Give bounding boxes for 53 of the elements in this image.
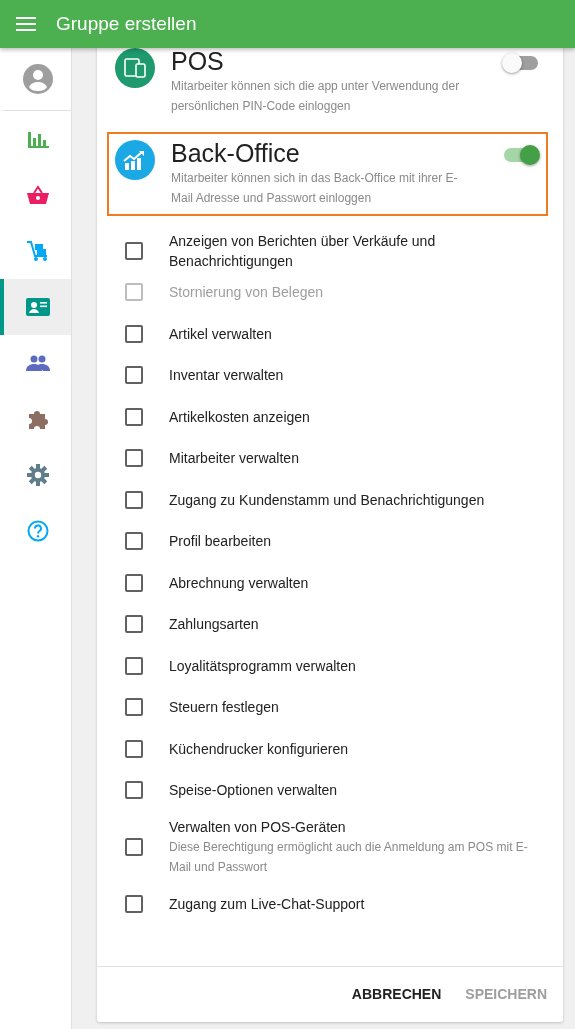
growth-chart-icon	[115, 140, 155, 180]
app-title: Gruppe erstellen	[56, 11, 197, 36]
section-description: Mitarbeiter können sich die app unter Verwendung der persönlichen PIN-Code einloggen	[171, 78, 461, 115]
permission-label: Loyalitätsprogramm verwalten	[169, 656, 356, 676]
checkbox[interactable]	[125, 838, 143, 856]
help-icon[interactable]	[26, 520, 49, 542]
hand-truck-icon[interactable]	[25, 240, 50, 262]
puzzle-piece-icon[interactable]	[26, 408, 49, 430]
checkbox[interactable]	[125, 241, 143, 260]
checkbox[interactable]	[125, 366, 143, 385]
permission-label: Zahlungsarten	[169, 615, 259, 635]
checkbox[interactable]	[125, 449, 143, 468]
people-icon[interactable]	[25, 355, 50, 371]
checkbox[interactable]	[125, 894, 143, 913]
section-title: Back-Office	[171, 138, 301, 168]
permission-label: Anzeigen von Berichten über Verkäufe und Benachrichtigungen	[169, 231, 437, 271]
id-card-icon[interactable]	[25, 298, 50, 316]
section-title: POS	[171, 46, 225, 76]
permission-label: Inventar verwalten	[169, 366, 284, 386]
checkbox[interactable]	[125, 698, 143, 717]
permission-label: Profil bearbeiten	[169, 532, 271, 552]
checkbox[interactable]	[125, 573, 143, 592]
cancel-button[interactable]: ABBRECHEN	[351, 978, 442, 1011]
section-description: Mitarbeiter können sich in das Back-Office mit ihrer E-Mail Adresse und Passwort einloggen	[171, 170, 459, 207]
permission-label: Zugang zu Kundenstamm und Benachrichtigungen	[169, 490, 485, 510]
menu-icon[interactable]	[16, 17, 36, 31]
permission-description: Diese Berechtigung ermöglicht auch die Anmeldung am POS mit E-Mail und Passwort	[169, 839, 529, 876]
permission-label: Mitarbeiter verwalten	[169, 449, 299, 469]
checkbox[interactable]	[125, 532, 143, 551]
sidebar-item[interactable]	[0, 279, 71, 335]
permission-label: Küchendrucker konfigurieren	[169, 739, 348, 759]
avatar-icon[interactable]	[22, 64, 53, 94]
permission-label: Steuern festlegen	[169, 698, 279, 718]
toggle-switch[interactable]	[504, 56, 538, 70]
basket-icon[interactable]	[26, 185, 49, 205]
checkbox[interactable]	[125, 781, 143, 800]
permission-label: Stornierung von Belegen	[169, 283, 324, 303]
permission-label: Abrechnung verwalten	[169, 573, 309, 593]
checkbox[interactable]	[125, 324, 143, 343]
toggle-switch[interactable]	[504, 148, 538, 162]
settings-icon[interactable]	[26, 464, 49, 486]
checkbox[interactable]	[125, 490, 143, 509]
permission-label: Artikelkosten anzeigen	[169, 407, 310, 427]
permission-label: Verwalten von POS-Geräten	[169, 818, 347, 837]
checkbox[interactable]	[125, 615, 143, 634]
checkbox[interactable]	[125, 656, 143, 675]
permission-label: Speise-Optionen verwalten	[169, 781, 338, 801]
checkbox[interactable]	[125, 407, 143, 426]
permission-label: Zugang zum Live-Chat-Support	[169, 894, 365, 914]
permission-label: Artikel verwalten	[169, 324, 272, 344]
bar-chart-icon[interactable]	[26, 130, 49, 148]
checkbox[interactable]	[125, 739, 143, 758]
devices-icon	[115, 48, 155, 88]
